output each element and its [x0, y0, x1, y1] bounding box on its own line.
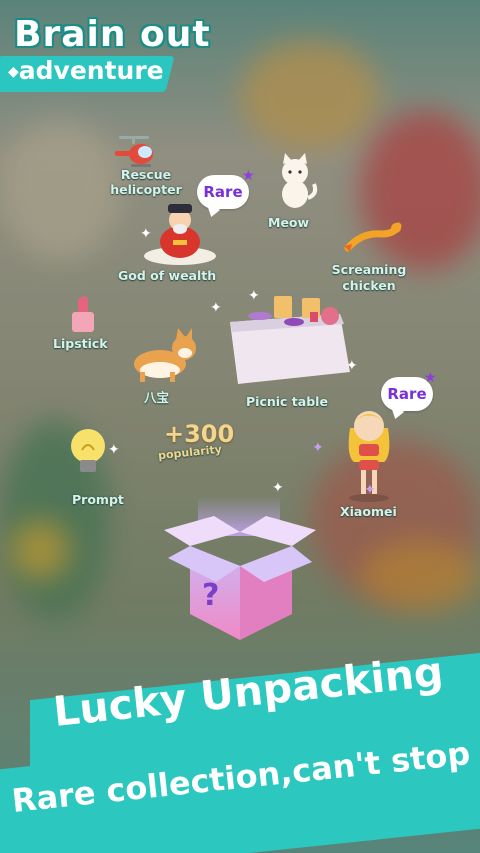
corgi-item[interactable] — [128, 328, 202, 390]
god-of-wealth-label: God of wealth — [118, 268, 217, 283]
mystery-box[interactable] — [160, 486, 320, 650]
lipstick-icon — [72, 296, 94, 332]
sparkle-icon: ✦ — [108, 442, 120, 458]
chicken-label: Screaming chicken — [331, 262, 407, 293]
dot-icon: ◆ — [8, 64, 19, 80]
sparkle-icon: ✦ — [346, 358, 358, 374]
sparkle-icon: ✦ — [312, 440, 324, 456]
mystery-box-icon — [164, 496, 316, 640]
lipstick-item[interactable] — [70, 294, 98, 338]
game-title: Brain out — [14, 14, 211, 55]
reward-amount: +300 — [164, 420, 235, 448]
cat-label: Meow — [268, 215, 310, 230]
game-subtitle-text: adventure — [18, 56, 164, 85]
xiaomei-label: Xiaomei — [340, 504, 397, 519]
lipstick-label: Lipstick — [53, 336, 108, 351]
cat-icon — [282, 153, 318, 208]
helicopter-label: Rescue helicopter — [110, 167, 182, 197]
star-icon: ★ — [242, 168, 255, 184]
prompt-label: Prompt — [72, 492, 124, 507]
sparkle-icon: ✦ — [140, 226, 152, 242]
prompt-item[interactable] — [68, 428, 108, 486]
lightbulb-icon — [71, 429, 105, 472]
picnic-table-item[interactable] — [220, 292, 356, 394]
picnic-table-label: Picnic table — [246, 394, 328, 409]
god-of-wealth-icon — [144, 204, 216, 265]
star-icon: ★ — [424, 370, 437, 386]
box-question-mark: ? — [202, 578, 220, 613]
rubber-chicken-icon — [344, 222, 402, 252]
game-subtitle: ◆adventure — [8, 56, 164, 85]
chicken-item[interactable] — [342, 222, 402, 260]
sparkle-icon: ✦ — [364, 482, 376, 498]
cat-item[interactable] — [272, 152, 318, 214]
game-screen: Brain out ◆adventure Rescue helicopter R… — [0, 0, 480, 853]
sparkle-icon: ✦ — [210, 300, 222, 316]
sparkle-icon: ✦ — [248, 288, 260, 304]
corgi-label: 八宝 — [144, 390, 170, 405]
helicopter-icon — [115, 136, 153, 167]
picnic-table-icon — [230, 296, 350, 384]
corgi-icon — [134, 328, 196, 382]
god-of-wealth-item[interactable] — [140, 198, 220, 270]
